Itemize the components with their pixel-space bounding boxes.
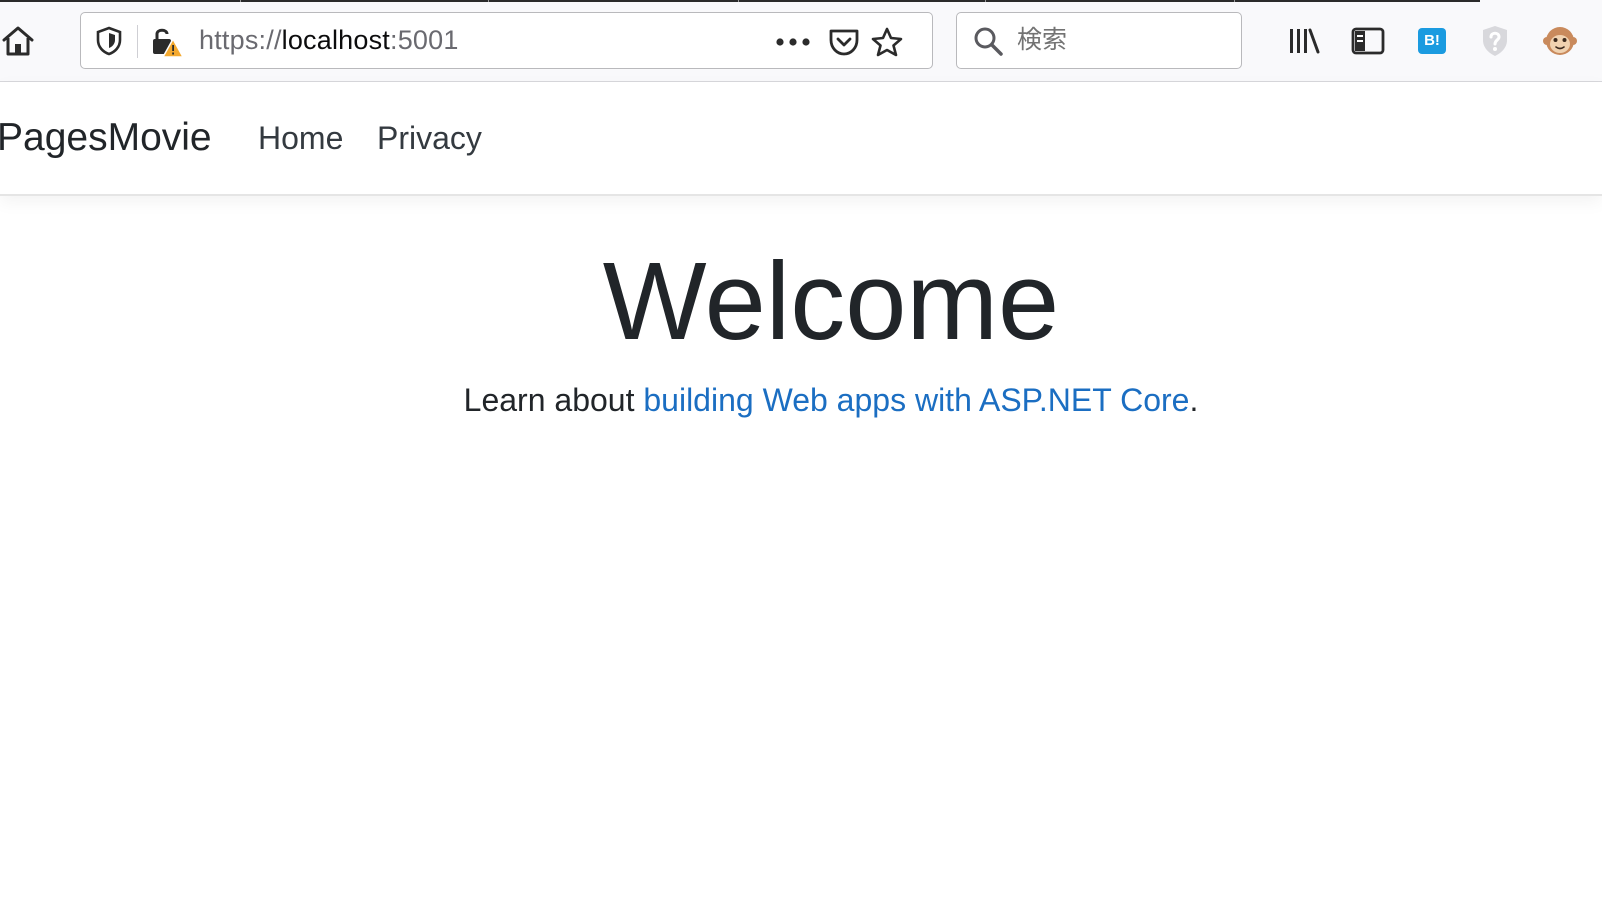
site-navbar: PagesMovie Home Privacy (0, 82, 1602, 196)
tab-separator (1234, 0, 1235, 2)
tracking-shield-icon[interactable] (93, 25, 125, 57)
extension-shield-icon[interactable] (1478, 22, 1512, 60)
search-bar[interactable]: 検索 (956, 12, 1242, 69)
url-port: :5001 (390, 25, 459, 55)
insecure-lock-icon[interactable] (149, 25, 185, 59)
nav-link-privacy[interactable]: Privacy (377, 82, 482, 194)
hatena-bookmark-icon[interactable]: B! (1416, 26, 1448, 56)
tab-strip (0, 0, 1480, 2)
url-host: localhost (281, 25, 391, 55)
url-divider (137, 25, 138, 58)
bookmark-star-icon[interactable] (869, 25, 905, 59)
tab-separator (738, 0, 739, 2)
hatena-bookmark-label: B! (1418, 28, 1446, 54)
navbar-brand[interactable]: PagesMovie (0, 82, 212, 194)
nav-link-home[interactable]: Home (258, 82, 343, 194)
tab-separator (985, 0, 986, 2)
lead-paragraph: Learn about building Web apps with ASP.N… (0, 378, 1602, 422)
url-bar[interactable]: https://localhost:5001 (80, 12, 933, 69)
url-text[interactable]: https://localhost:5001 (199, 13, 459, 68)
lead-suffix: . (1189, 382, 1199, 418)
tab-separator (488, 0, 489, 2)
url-scheme: https:// (199, 25, 282, 55)
search-icon (971, 24, 1005, 58)
sidebar-icon[interactable] (1350, 24, 1386, 58)
tab-separator (240, 0, 241, 2)
lead-prefix: Learn about (463, 382, 644, 418)
browser-toolbar: https://localhost:5001 検索 B! (0, 0, 1602, 82)
search-placeholder: 検索 (1017, 26, 1068, 54)
aspnet-docs-link[interactable]: building Web apps with ASP.NET Core (643, 382, 1189, 418)
monkey-extension-icon[interactable] (1542, 22, 1578, 60)
home-icon[interactable] (0, 22, 36, 60)
library-icon[interactable] (1286, 24, 1322, 58)
page-heading: Welcome (602, 240, 1060, 363)
page-actions-icon[interactable] (773, 27, 813, 57)
pocket-icon[interactable] (827, 25, 861, 59)
